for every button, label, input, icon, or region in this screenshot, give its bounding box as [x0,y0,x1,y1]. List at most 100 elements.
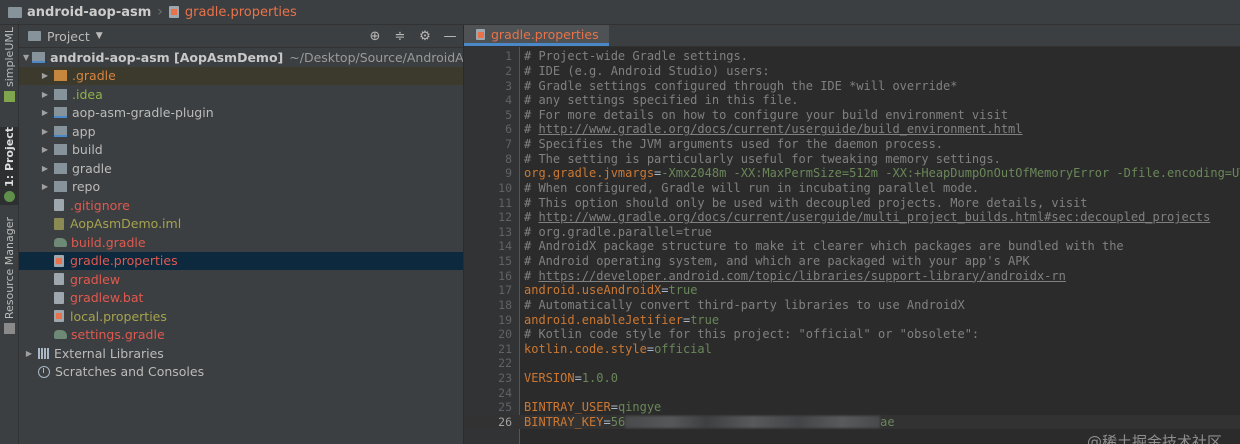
expand-arrow-icon[interactable]: ▶ [39,164,51,173]
tree-item[interactable]: ▶ gradle [19,159,463,178]
expand-arrow-icon[interactable]: ▶ [39,182,51,191]
tab-project[interactable]: 1: Project [0,127,19,205]
code-line: 23 VERSION=1.0.0 [464,371,1240,386]
code-line: 17 android.useAndroidX=true [464,283,1240,298]
code-text: kotlin.code.style=official [524,342,712,356]
tab-resource-manager[interactable]: Resource Manager [0,217,19,335]
expand-arrow-icon[interactable]: ▶ [39,145,51,154]
code-text: BINTRAY_KEY=56 ae [524,415,895,429]
comment-prefix: # [524,122,539,137]
line-number: 4 [505,93,512,108]
expand-arrow-icon[interactable]: ▶ [39,127,51,136]
tree-item[interactable]: ▶ build [19,141,463,160]
tree-root[interactable]: ▼ android-aop-asm [AopAsmDemo] ~/Desktop… [19,48,463,67]
tree-item[interactable]: .gitignore [19,196,463,215]
code-text: # http://www.gradle.org/docs/current/use… [524,122,1023,136]
library-icon [38,347,49,359]
folder-icon [8,6,22,18]
tree-item[interactable]: gradlew [19,270,463,289]
code-line: 13 # org.gradle.parallel=true [464,225,1240,240]
tree-item[interactable]: AopAsmDemo.iml [19,215,463,234]
code-line: 1 # Project-wide Gradle settings. [464,49,1240,64]
line-number: 22 [498,356,512,371]
line-number: 17 [498,283,512,298]
code-line: 10 # When configured, Gradle will run in … [464,181,1240,196]
gear-icon[interactable]: ⚙ [416,29,434,44]
left-tool-strip: simpleUML 1: Project Resource Manager [0,25,19,444]
code-area[interactable]: 1 # Project-wide Gradle settings. 2 # IDE (… [464,49,1240,430]
code-text: # When configured, Gradle will run in in… [524,181,979,195]
project-view-selector[interactable]: Project [47,29,90,44]
tree-item[interactable]: ▶ repo [19,178,463,197]
tree-item[interactable]: local.properties [19,307,463,326]
code-line: 9 org.gradle.jvmargs=-Xmx2048m -XX:MaxPer… [464,166,1240,181]
comment-link[interactable]: http://www.gradle.org/docs/current/userg… [538,122,1022,136]
code-line: 4 # any settings specified in this file. [464,93,1240,108]
property-value: true [668,283,698,298]
code-text: # Gradle settings configured through the… [524,79,957,93]
expand-arrow-icon[interactable]: ▶ [23,349,35,358]
tree-item-label: repo [72,179,101,195]
code-text: # AndroidX package structure to make it … [524,239,1124,253]
property-key: org.gradle.jvmargs [524,166,655,181]
property-key: kotlin.code.style [524,341,647,356]
project-panel: Project ▼ ⊕ ≑ ⚙ — ▼ android-aop-asm [Aop… [19,25,464,444]
tree-item[interactable]: ▶ .gradle [19,66,463,85]
code-text: # Kotlin code style for this project: "o… [524,327,979,341]
tree-scratches[interactable]: Scratches and Consoles [19,363,463,382]
comment-text: # The setting is particularly useful for… [524,151,1001,166]
code-text: # Specifies the JVM arguments used for t… [524,137,943,151]
tree-item[interactable]: gradlew.bat [19,289,463,308]
chevron-down-icon[interactable]: ▼ [96,31,103,41]
line-number: 26 [498,414,512,429]
line-number: 10 [498,180,512,195]
comment-text: # IDE (e.g. Android Studio) users: [524,63,770,78]
code-line: 6 # http://www.gradle.org/docs/current/us… [464,122,1240,137]
editor-tab-gradle-properties[interactable]: gradle.properties [464,25,609,46]
line-number: 12 [498,210,512,225]
locate-icon[interactable]: ⊕ [366,29,384,44]
code-text: # org.gradle.parallel=true [524,225,712,239]
breadcrumb-file[interactable]: gradle.properties [168,5,297,20]
tree-item-label: Scratches and Consoles [55,364,205,380]
tree-item[interactable]: gradle.properties [19,251,463,270]
resource-icon [4,323,15,335]
tree-item-label: gradle.properties [70,253,178,269]
comment-text: # Specifies the JVM arguments used for t… [524,137,944,152]
file-icon [54,273,64,286]
tab-simpleuml[interactable]: simpleUML [0,27,19,119]
tree-item[interactable]: settings.gradle [19,326,463,345]
project-tools: ⊕ ≑ ⚙ — [359,25,463,47]
expand-arrow-icon[interactable]: ▶ [39,90,51,99]
expand-arrow-icon[interactable]: ▶ [39,71,51,80]
comment-link[interactable]: http://www.gradle.org/docs/current/userg… [538,210,1210,224]
module-folder-icon [54,107,67,119]
tree-item[interactable]: ▶ aop-asm-gradle-plugin [19,104,463,123]
expand-arrow-icon[interactable]: ▶ [39,108,51,117]
tree-item[interactable]: build.gradle [19,233,463,252]
tree-external-libraries[interactable]: ▶ External Libraries [19,344,463,363]
hide-icon[interactable]: — [441,29,459,44]
breadcrumb-project[interactable]: android-aop-asm [8,5,151,20]
code-text: # IDE (e.g. Android Studio) users: [524,64,770,78]
equals-sign: = [610,400,618,415]
comment-link[interactable]: https://developer.android.com/topic/libr… [538,269,1065,283]
tab-resource-manager-label: Resource Manager [3,217,16,320]
tree-item-label: gradle [72,160,112,176]
android-icon [4,190,15,202]
line-number: 6 [505,122,512,137]
tree-item[interactable]: ▶ app [19,122,463,141]
comment-text: # This option should only be used with d… [524,195,1088,210]
property-value-start: 56 [610,414,626,429]
tree-item[interactable]: ▶ .idea [19,85,463,104]
collapse-all-icon[interactable]: ≑ [391,29,409,44]
line-number: 16 [498,268,512,283]
comment-text: # Project-wide Gradle settings. [524,49,748,64]
code-text: # https://developer.android.com/topic/li… [524,269,1066,283]
file-icon [54,199,64,212]
editor-area: gradle.properties 1 # Project-wide Gradle… [464,25,1240,444]
watermark: @稀土掘金技术社区 [1086,433,1222,444]
property-value: -Xmx2048m -XX:MaxPermSize=512m -XX:+Heap… [661,166,1240,181]
expand-arrow-icon[interactable]: ▼ [23,53,29,62]
code-line: 16 # https://developer.android.com/topic/… [464,268,1240,283]
